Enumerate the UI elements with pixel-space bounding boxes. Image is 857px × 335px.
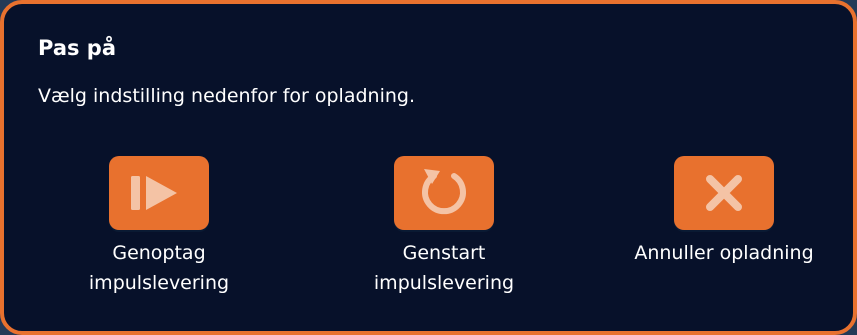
restart-delivery-label: Genstart impulslevering [373, 242, 515, 294]
resume-delivery-label: Genoptag impulslevering [88, 242, 230, 294]
restart-delivery-button[interactable]: Genstart impulslevering [334, 156, 554, 298]
close-x-icon [706, 175, 742, 211]
cancel-charging-label: Annuller opladning [634, 242, 814, 264]
resume-play-icon [131, 176, 177, 210]
caution-dialog: Pas på Vælg indstilling nedenfor for opl… [0, 0, 857, 335]
cancel-charging-button[interactable]: Annuller opladning [614, 156, 834, 268]
restart-icon [422, 169, 466, 215]
resume-icon-button[interactable] [109, 156, 209, 230]
resume-delivery-button[interactable]: Genoptag impulslevering [49, 156, 269, 298]
restart-icon-button[interactable] [394, 156, 494, 230]
dialog-title: Pas på [38, 36, 117, 60]
cancel-icon-button[interactable] [674, 156, 774, 230]
dialog-message: Vælg indstilling nedenfor for opladning. [38, 85, 416, 107]
